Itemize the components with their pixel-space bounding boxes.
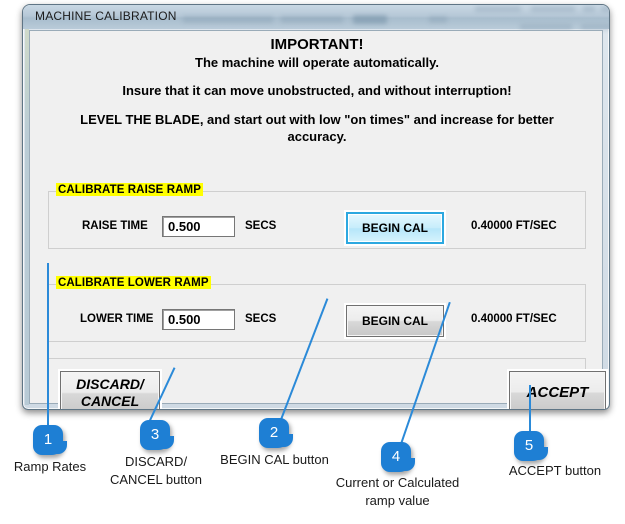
background-window-artifact bbox=[601, 6, 609, 12]
discard-cancel-label-line1: DISCARD/ bbox=[76, 376, 144, 392]
raise-ramp-value: 0.40000 FT/SEC bbox=[471, 220, 557, 232]
leader-line-5 bbox=[529, 385, 531, 433]
discard-cancel-label-line2: CANCEL bbox=[80, 393, 140, 409]
background-window-artifact bbox=[281, 16, 343, 23]
discard-cancel-button[interactable]: DISCARD/ CANCEL bbox=[60, 371, 160, 409]
callout-caption-4: Current or Calculated ramp value bbox=[335, 475, 460, 508]
callout-caption-3: DISCARD/ CANCEL button bbox=[109, 454, 202, 487]
raise-time-input[interactable] bbox=[162, 216, 235, 237]
callout-badge-1[interactable]: 1 bbox=[33, 425, 67, 455]
begin-cal-lower-button[interactable]: BEGIN CAL bbox=[346, 305, 444, 337]
background-window-artifact bbox=[429, 16, 447, 23]
raise-time-units: SECS bbox=[245, 220, 277, 232]
warning-text-block: IMPORTANT! The machine will operate auto… bbox=[42, 36, 592, 145]
background-window-artifact bbox=[531, 6, 575, 12]
callout-badge-2-number: 2 bbox=[269, 424, 279, 441]
warning-line-2: Insure that it can move unobstructed, an… bbox=[122, 83, 512, 98]
machine-calibration-dialog: MACHINE CALIBRATION IMPORTANT! The machi… bbox=[22, 4, 610, 410]
warning-line-1: The machine will operate automatically. bbox=[195, 55, 439, 70]
callout-badge-5-number: 5 bbox=[524, 437, 534, 454]
begin-cal-raise-button[interactable]: BEGIN CAL bbox=[346, 212, 444, 244]
lower-time-units: SECS bbox=[245, 313, 277, 325]
title-bar[interactable]: MACHINE CALIBRATION bbox=[23, 5, 609, 30]
background-window-artifact bbox=[475, 6, 521, 12]
raise-time-label: RAISE TIME bbox=[82, 220, 148, 232]
background-window-artifact bbox=[353, 15, 387, 24]
callout-badge-3[interactable]: 3 bbox=[140, 420, 174, 450]
background-window-artifact bbox=[183, 16, 273, 23]
callout-badge-5[interactable]: 5 bbox=[514, 431, 548, 461]
callout-badge-1-number: 1 bbox=[43, 431, 53, 448]
background-window-artifact bbox=[583, 6, 595, 12]
lower-ramp-value: 0.40000 FT/SEC bbox=[471, 313, 557, 325]
begin-cal-lower-label: BEGIN CAL bbox=[362, 314, 428, 328]
callout-badge-2[interactable]: 2 bbox=[259, 418, 293, 448]
warning-line-3: LEVEL THE BLADE, and start out with low … bbox=[80, 112, 554, 127]
callout-badge-3-number: 3 bbox=[150, 426, 160, 443]
window-title: MACHINE CALIBRATION bbox=[35, 9, 177, 23]
accept-label: ACCEPT bbox=[526, 384, 589, 401]
lower-time-label: LOWER TIME bbox=[80, 313, 154, 325]
lower-time-input[interactable] bbox=[162, 309, 235, 330]
dialog-client-area: IMPORTANT! The machine will operate auto… bbox=[29, 30, 606, 409]
calibrate-lower-ramp-legend: CALIBRATE LOWER RAMP bbox=[56, 276, 211, 289]
warning-heading: IMPORTANT! bbox=[270, 36, 364, 53]
leader-line-1 bbox=[47, 263, 49, 425]
callout-caption-5: ACCEPT button bbox=[508, 463, 602, 478]
callout-badge-4[interactable]: 4 bbox=[381, 442, 415, 472]
begin-cal-raise-label: BEGIN CAL bbox=[362, 221, 428, 235]
calibrate-raise-ramp-legend: CALIBRATE RAISE RAMP bbox=[56, 183, 203, 196]
callout-caption-2: BEGIN CAL button bbox=[220, 452, 329, 467]
warning-line-4: accuracy. bbox=[287, 129, 347, 144]
accept-button[interactable]: ACCEPT bbox=[509, 371, 606, 409]
callout-badge-4-number: 4 bbox=[391, 448, 401, 465]
callout-caption-1: Ramp Rates bbox=[13, 459, 87, 474]
